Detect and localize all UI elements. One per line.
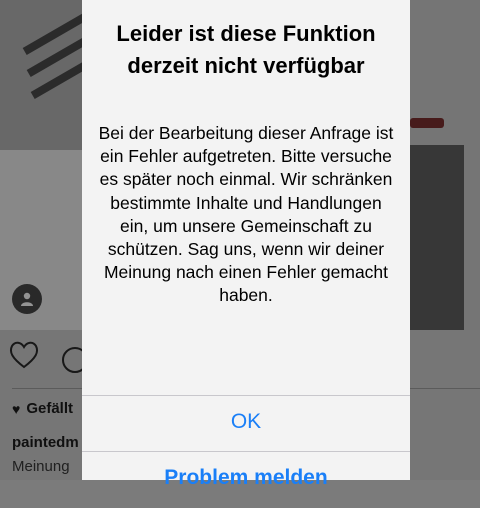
ok-button[interactable]: OK <box>82 396 410 452</box>
alert-message: Bei der Bearbeitung dieser Anfrage ist e… <box>98 123 394 306</box>
alert-title: Leider ist diese Funktion derzeit nicht … <box>116 21 376 78</box>
alert-dialog: Leider ist diese Funktion derzeit nicht … <box>82 0 410 489</box>
report-problem-button[interactable]: Problem melden <box>82 452 410 508</box>
